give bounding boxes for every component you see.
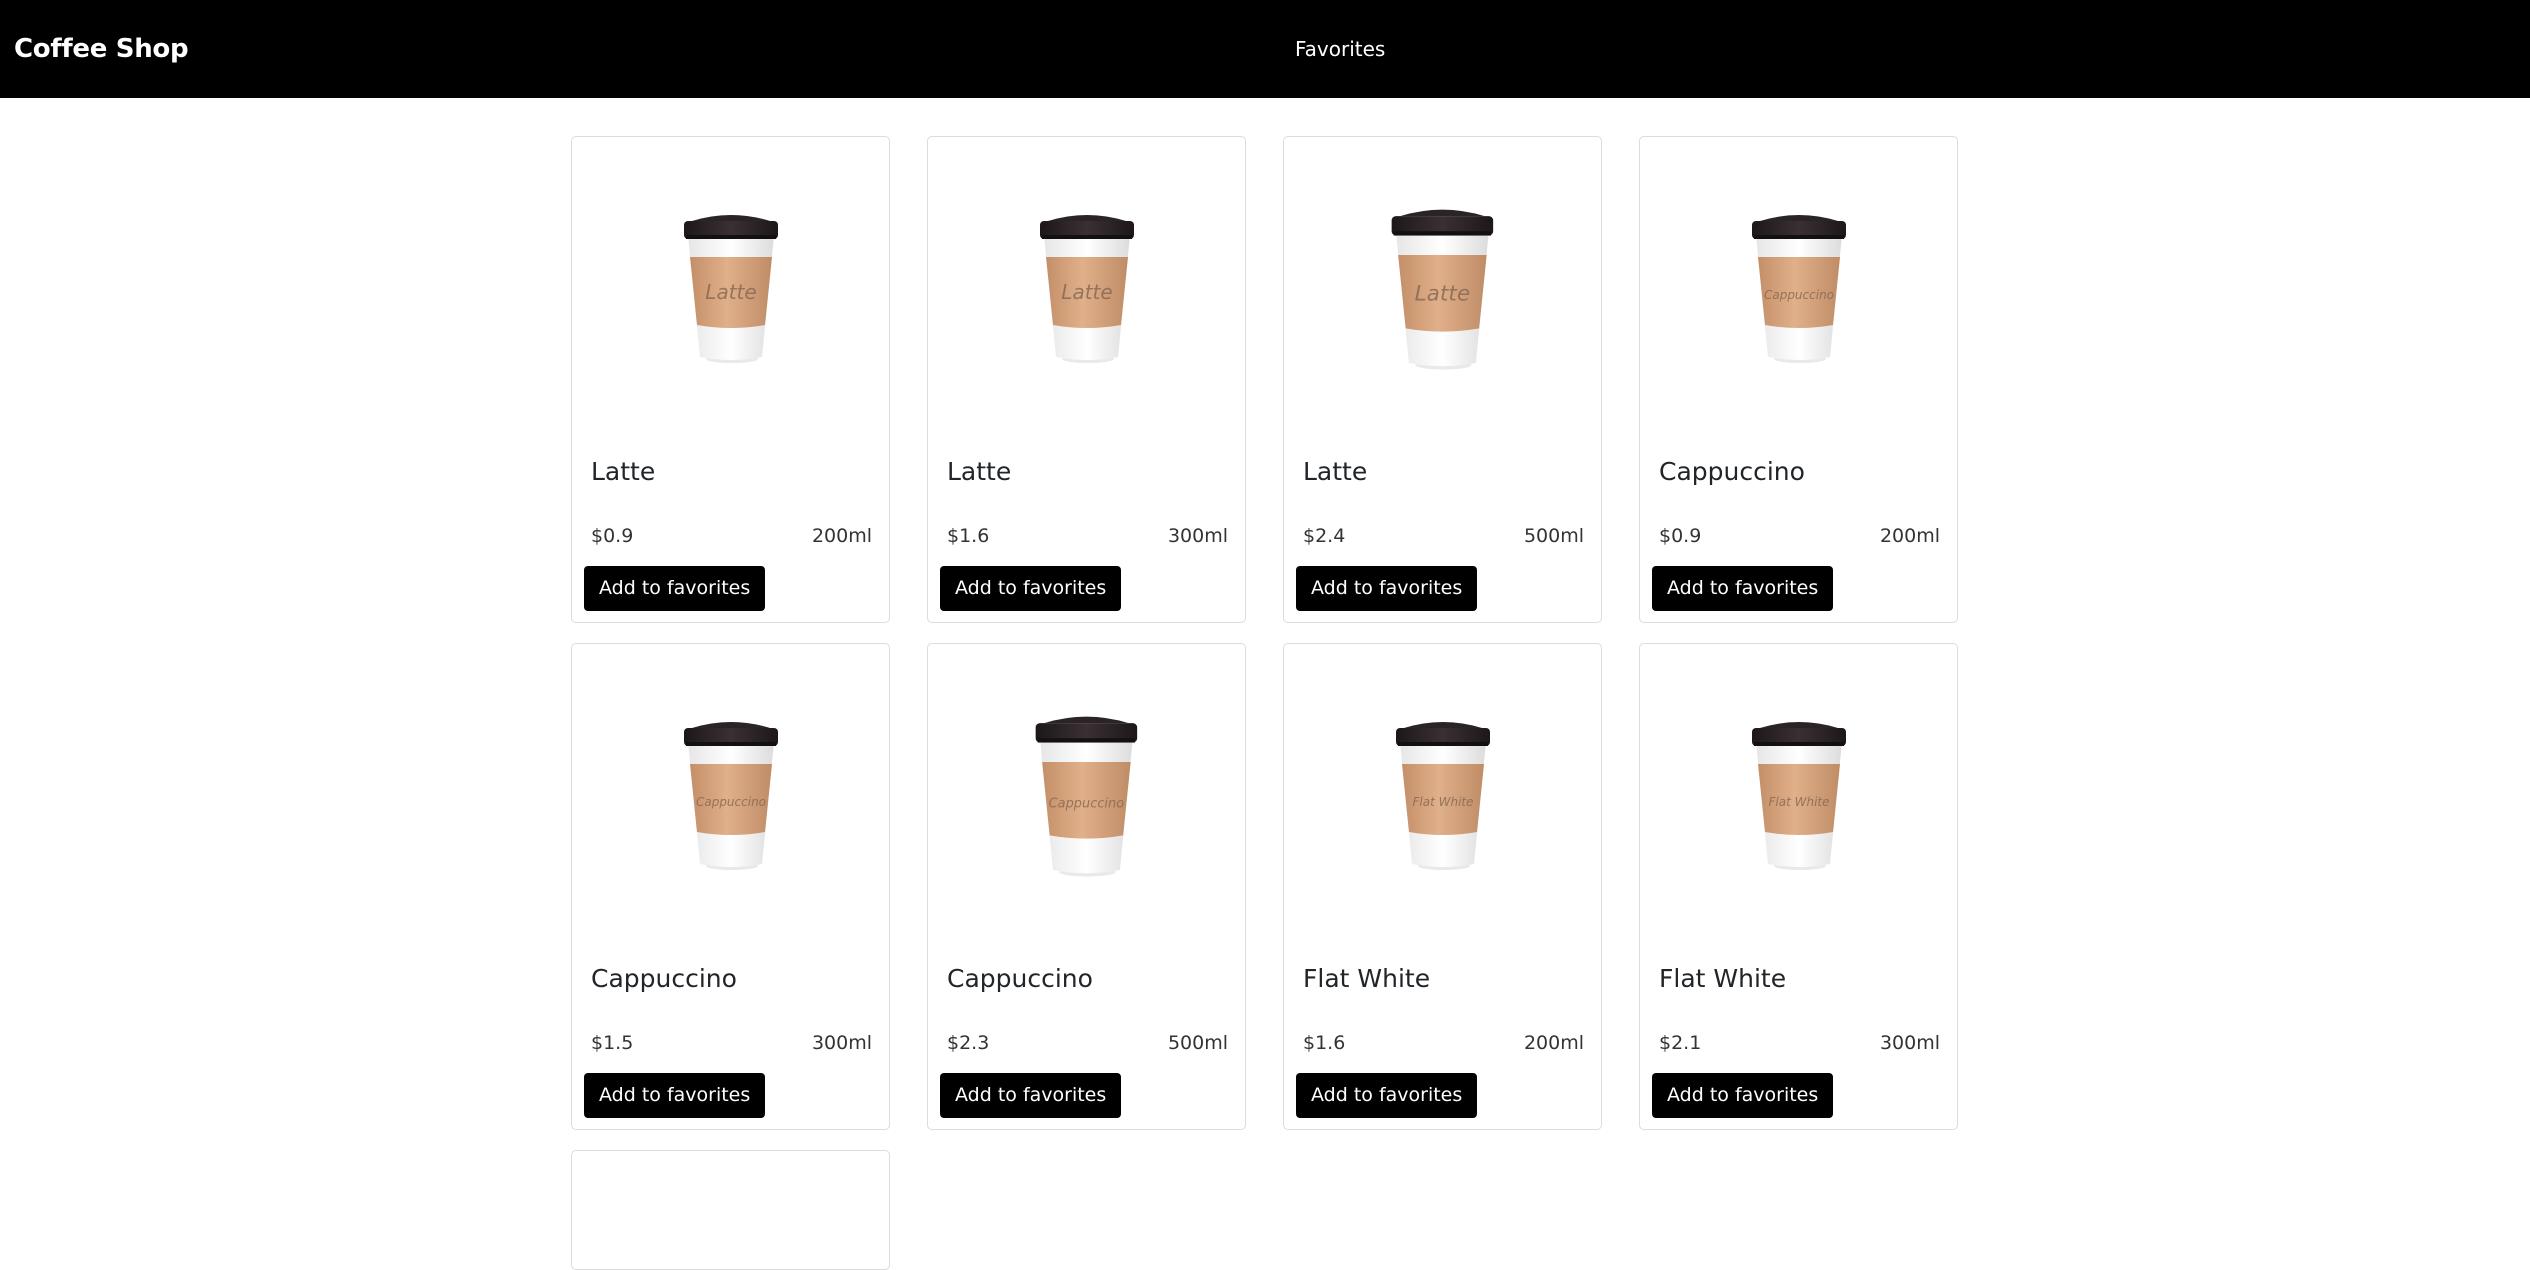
product-image: Cappuccino	[572, 644, 889, 944]
product-price: $1.6	[1303, 1032, 1346, 1054]
cup-label-text: Flat White	[1412, 795, 1473, 809]
product-image: Latte	[928, 137, 1245, 437]
product-price: $0.9	[591, 525, 634, 547]
product-price: $1.5	[591, 1032, 634, 1054]
cup-label-text: Flat White	[1768, 795, 1829, 809]
add-to-favorites-button[interactable]: Add to favorites	[1652, 1073, 1834, 1118]
coffee-cup-icon: Cappuccino	[1035, 716, 1138, 877]
product-size: 300ml	[1167, 525, 1228, 547]
product-image: Flat White	[1640, 644, 1957, 944]
product-price: $2.3	[947, 1032, 990, 1054]
navbar: Coffee Shop Favorites	[0, 0, 2530, 98]
coffee-cup-icon: Flat White	[1395, 722, 1490, 870]
cup-label-text: Latte	[1415, 281, 1470, 306]
cup-label-text: Latte	[705, 280, 756, 304]
product-size: 200ml	[811, 525, 872, 547]
product-image: Cappuccino	[928, 644, 1245, 944]
cup-label-text: Cappuccino	[1049, 796, 1125, 811]
product-card: Cappuccino Cappuccino $2.3 500ml Add to …	[927, 643, 1246, 1130]
coffee-cup-icon: Latte	[1391, 209, 1494, 370]
product-name: Cappuccino	[947, 964, 1093, 993]
product-size: 300ml	[1879, 1032, 1940, 1054]
product-grid: Latte Latte $0.9 200ml Add to favorites	[571, 136, 1958, 1270]
coffee-cup-icon: Cappuccino	[683, 722, 778, 870]
product-size: 300ml	[811, 1032, 872, 1054]
cup-label-text: Latte	[1061, 280, 1112, 304]
product-card-partial	[571, 1150, 890, 1270]
coffee-cup-icon: Latte	[1039, 215, 1134, 363]
coffee-cup-icon: Cappuccino	[1751, 215, 1846, 363]
product-card: Flat White Flat White $2.1 300ml Add to …	[1639, 643, 1958, 1130]
product-image: Latte	[1284, 137, 1601, 437]
add-to-favorites-button[interactable]: Add to favorites	[1296, 566, 1478, 611]
coffee-cup-icon: Flat White	[1751, 722, 1846, 870]
add-to-favorites-button[interactable]: Add to favorites	[940, 566, 1122, 611]
product-size: 500ml	[1523, 525, 1584, 547]
product-price: $0.9	[1659, 525, 1702, 547]
product-size: 500ml	[1167, 1032, 1228, 1054]
add-to-favorites-button[interactable]: Add to favorites	[584, 1073, 766, 1118]
add-to-favorites-button[interactable]: Add to favorites	[1296, 1073, 1478, 1118]
product-name: Latte	[947, 457, 1012, 486]
product-name: Cappuccino	[1659, 457, 1805, 486]
product-name: Flat White	[1659, 964, 1787, 993]
add-to-favorites-button[interactable]: Add to favorites	[584, 566, 766, 611]
product-image: Flat White	[1284, 644, 1601, 944]
product-image: Latte	[572, 137, 889, 437]
product-card: Cappuccino Cappuccino $0.9 200ml Add to …	[1639, 136, 1958, 623]
nav-link-favorites[interactable]: Favorites	[1295, 35, 1385, 63]
product-price: $2.1	[1659, 1032, 1702, 1054]
product-price: $2.4	[1303, 525, 1346, 547]
product-name: Latte	[1303, 457, 1368, 486]
product-card: Latte Latte $0.9 200ml Add to favorites	[571, 136, 890, 623]
coffee-cup-icon: Latte	[683, 215, 778, 363]
product-card: Latte Latte $2.4 500ml Add to favorites	[1283, 136, 1602, 623]
add-to-favorites-button[interactable]: Add to favorites	[940, 1073, 1122, 1118]
product-name: Latte	[591, 457, 656, 486]
cup-label-text: Cappuccino	[1763, 288, 1833, 302]
product-size: 200ml	[1523, 1032, 1584, 1054]
product-size: 200ml	[1879, 525, 1940, 547]
product-card: Latte Latte $1.6 300ml Add to favorites	[927, 136, 1246, 623]
product-name: Cappuccino	[591, 964, 737, 993]
product-card: Flat White Flat White $1.6 200ml Add to …	[1283, 643, 1602, 1130]
brand-logo-text[interactable]: Coffee Shop	[14, 30, 189, 68]
product-image: Cappuccino	[1640, 137, 1957, 437]
cup-label-text: Cappuccino	[695, 795, 765, 809]
product-card: Cappuccino Cappuccino $1.5 300ml Add to …	[571, 643, 890, 1130]
product-price: $1.6	[947, 525, 990, 547]
add-to-favorites-button[interactable]: Add to favorites	[1652, 566, 1834, 611]
product-name: Flat White	[1303, 964, 1431, 993]
